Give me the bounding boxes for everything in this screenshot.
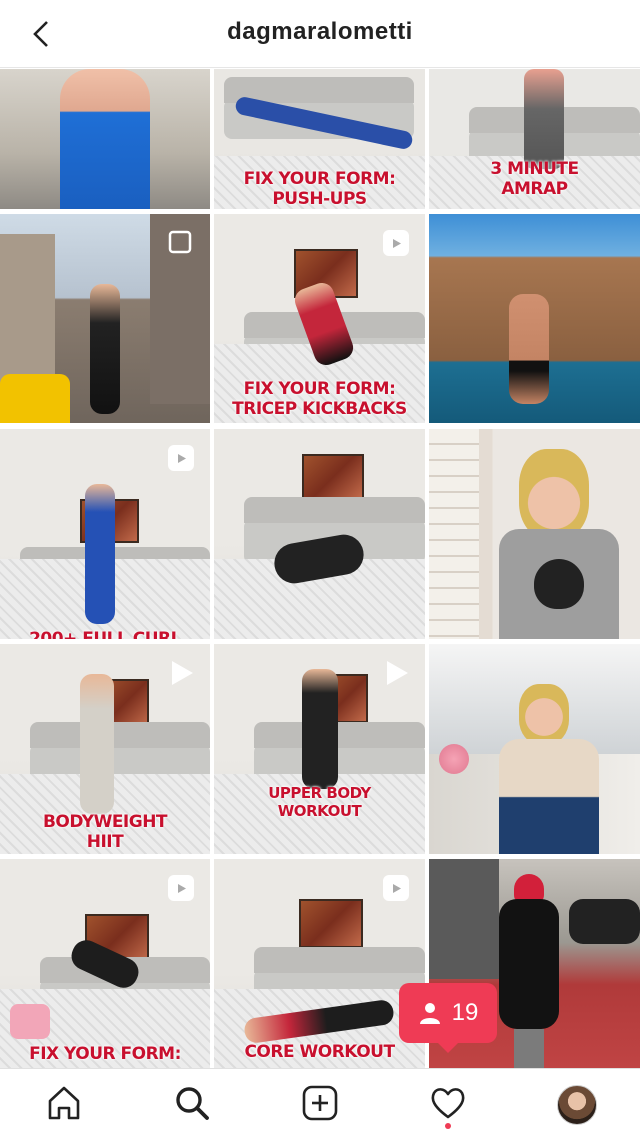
profile-username: dagmaralometti [227,18,413,45]
notification-bubble[interactable]: 19 [399,983,497,1053]
reels-icon [168,445,194,471]
nav-search-button[interactable] [170,1081,214,1125]
post-tile[interactable]: FIX YOUR FORM: PUSH-UPS [214,69,425,209]
post-tile[interactable]: UPPER BODY WORKOUT [214,644,425,854]
reels-icon [383,230,409,256]
person-icon [419,1003,440,1024]
activity-indicator-dot [445,1123,451,1129]
post-caption: UPPER BODY WORKOUT [268,784,371,820]
post-caption: FIX YOUR FORM: [29,1044,181,1064]
reels-icon [168,875,194,901]
header: dagmaralometti [0,0,640,68]
post-tile[interactable]: 3 MINUTE AMRAP [429,69,640,209]
post-tile[interactable] [429,644,640,854]
post-tile[interactable] [0,69,210,209]
post-tile[interactable]: CORE WORKOUT [214,859,425,1068]
video-icon [387,661,408,685]
search-icon [176,1087,209,1120]
notification-count: 19 [451,999,479,1026]
add-post-icon [302,1085,338,1121]
reels-icon [383,875,409,901]
profile-avatar[interactable] [557,1085,597,1125]
post-tile[interactable]: 200+ FULL CURL [0,429,210,639]
post-grid: FIX YOUR FORM: PUSH-UPS 3 MINUTE AMRAP F… [0,69,640,1068]
nav-home-button[interactable] [42,1081,86,1125]
post-caption: 3 MINUTE AMRAP [490,159,579,199]
post-caption: 200+ FULL CURL [29,629,181,639]
heart-icon [431,1088,465,1119]
bottom-nav [0,1068,640,1138]
post-tile[interactable] [429,214,640,423]
post-caption: FIX YOUR FORM: TRICEP KICKBACKS [232,379,407,419]
post-caption: FIX YOUR FORM: PUSH-UPS [243,169,396,209]
post-tile[interactable] [214,429,425,639]
post-tile[interactable]: FIX YOUR FORM: TRICEP KICKBACKS [214,214,425,423]
nav-activity-button[interactable] [426,1081,470,1125]
post-tile[interactable]: FIX YOUR FORM: [0,859,210,1068]
post-tile[interactable]: BODYWEIGHT HIIT [0,644,210,854]
post-caption: CORE WORKOUT [244,1042,395,1062]
carousel-icon [168,230,192,254]
home-icon [48,1086,80,1120]
post-caption: BODYWEIGHT HIIT [42,812,168,852]
post-tile[interactable] [0,214,210,423]
nav-add-post-button[interactable] [298,1081,342,1125]
video-icon [172,661,193,685]
post-tile[interactable] [429,429,640,639]
